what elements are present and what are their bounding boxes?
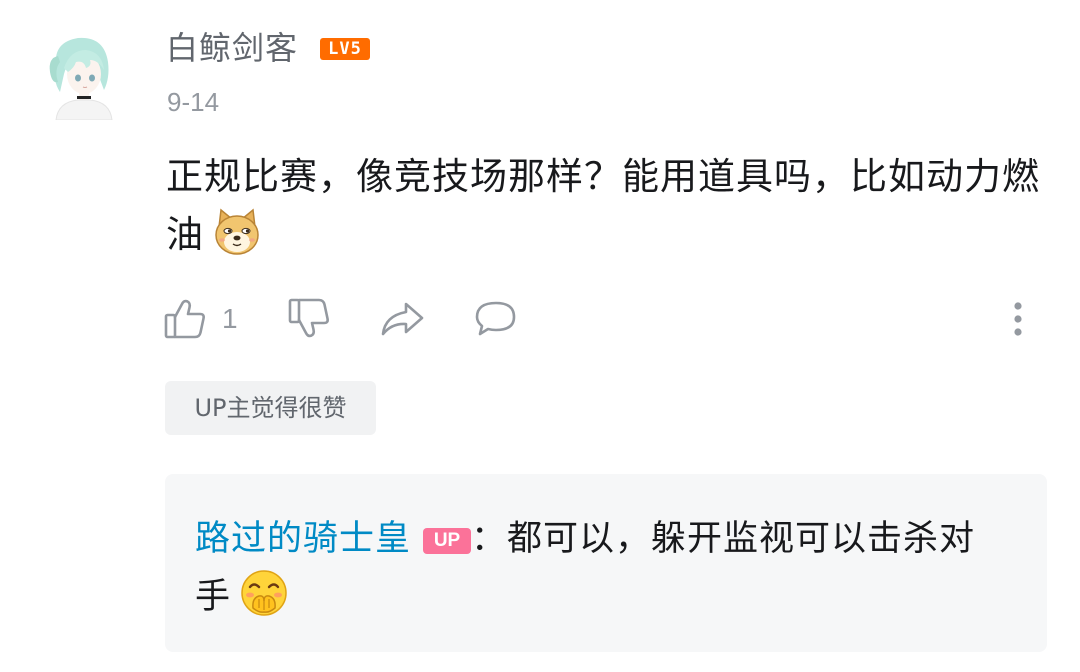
comment-date: 9-14: [167, 87, 220, 117]
level-badge: LV5: [320, 38, 371, 60]
more-vertical-icon: [1008, 296, 1028, 342]
username[interactable]: 白鲸剑客: [166, 26, 298, 70]
doge-emoji: [212, 207, 262, 274]
avatar[interactable]: [48, 34, 116, 121]
like-count: 1: [222, 303, 238, 334]
username-row: 白鲸剑客 LV5: [166, 26, 371, 70]
more-button[interactable]: [1008, 294, 1028, 344]
dislike-button[interactable]: [286, 294, 332, 344]
up-liked-tag: UP主觉得很赞: [165, 381, 376, 435]
thumbs-down-icon: [286, 296, 332, 342]
speech-bubble-icon: [472, 296, 520, 342]
share-icon: [378, 296, 426, 342]
up-badge: UP: [423, 528, 472, 554]
reply-content: 路过的骑士皇 UP ：都可以，躲开监视可以击杀对手: [195, 510, 995, 636]
comment-text: 正规比赛，像竞技场那样？能用道具吗，比如动力燃油: [166, 148, 1046, 274]
reply-username[interactable]: 路过的骑士皇: [195, 519, 411, 559]
like-button[interactable]: 1: [162, 294, 238, 344]
comment-item: 白鲸剑客 LV5 9-14 正规比赛，像竞技场那样？能用道具吗，比如动力燃油 1…: [0, 0, 1080, 672]
comment-body: 正规比赛，像竞技场那样？能用道具吗，比如动力燃油: [166, 155, 1040, 256]
covering-mouth-laugh-emoji: [239, 568, 289, 636]
action-bar: 1: [162, 294, 1042, 344]
thumbs-up-icon: [162, 296, 208, 342]
reply-separator: ：: [471, 519, 508, 559]
share-button[interactable]: [378, 294, 426, 344]
reply-preview[interactable]: 路过的骑士皇 UP ：都可以，躲开监视可以击杀对手: [165, 474, 1047, 652]
reply-button[interactable]: [472, 294, 520, 344]
